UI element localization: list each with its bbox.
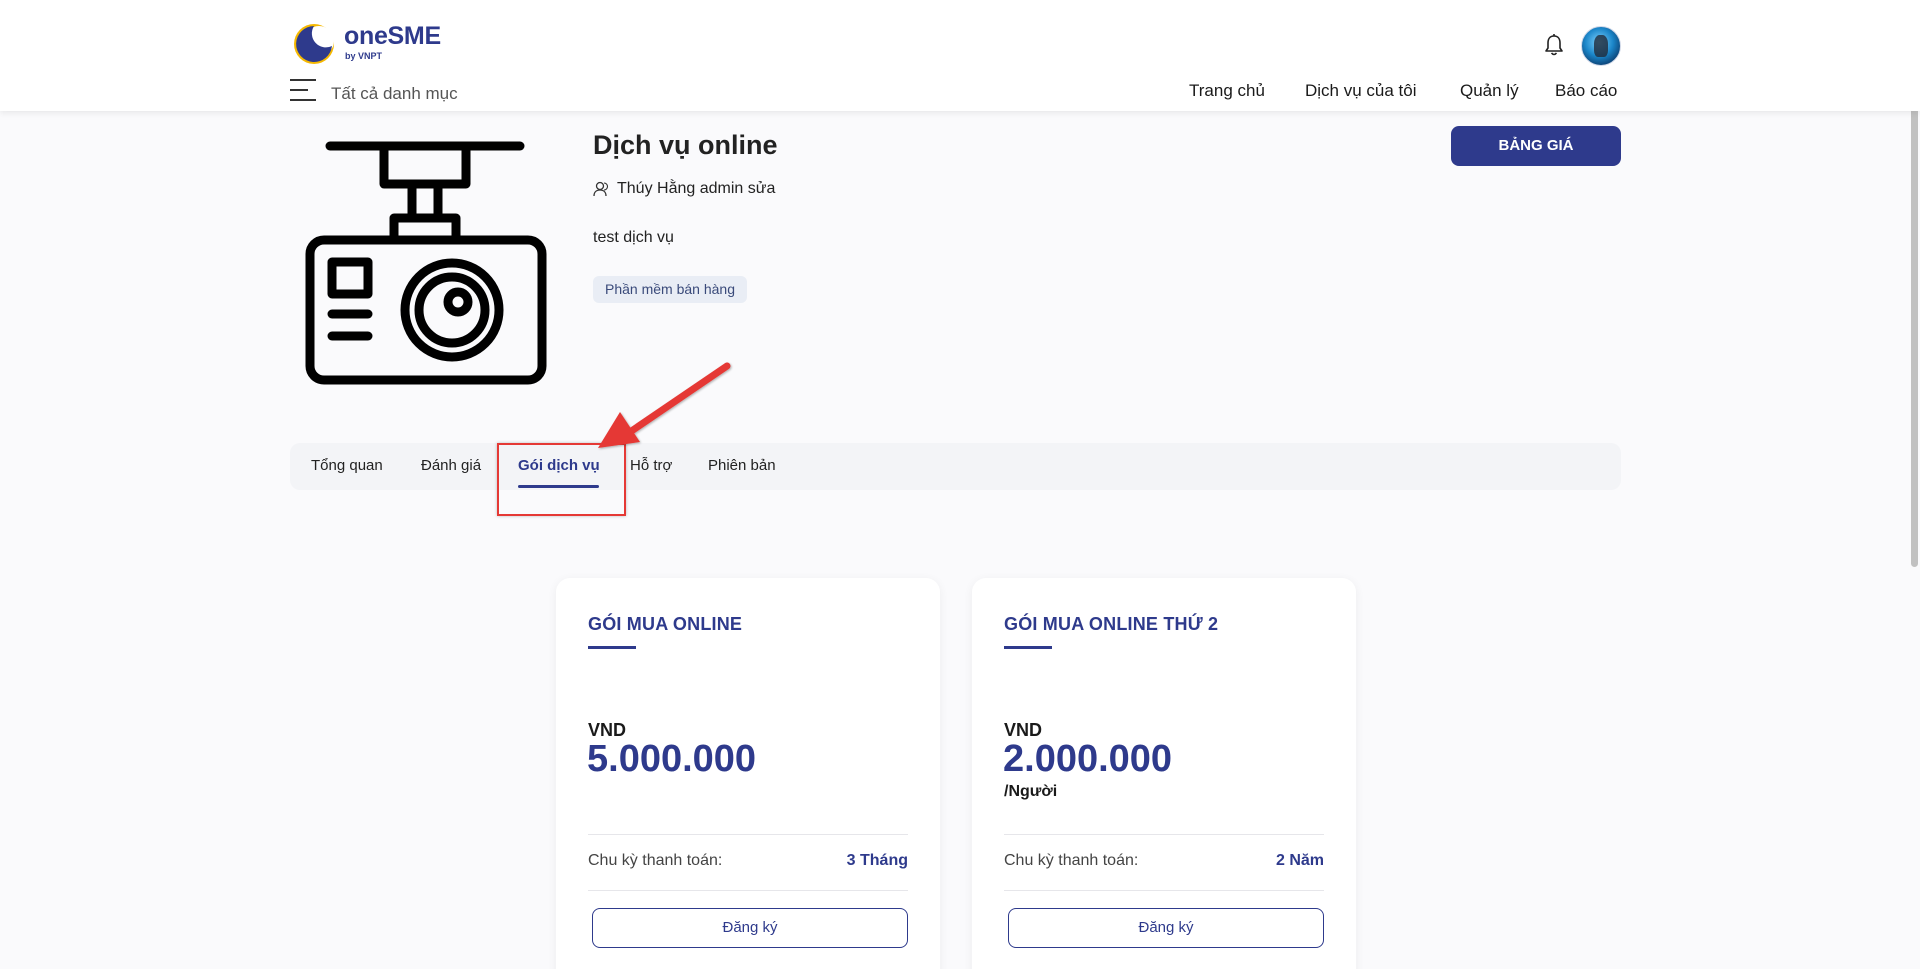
tab-versions[interactable]: Phiên bản bbox=[708, 457, 776, 474]
plan-price-unit: /Người bbox=[1004, 783, 1058, 800]
user-avatar[interactable] bbox=[1581, 26, 1621, 66]
category-tag[interactable]: Phần mềm bán hàng bbox=[593, 276, 747, 303]
tab-support[interactable]: Hỗ trợ bbox=[630, 457, 672, 474]
logo-subtext: by VNPT bbox=[345, 51, 383, 61]
register-button[interactable]: Đăng ký bbox=[1008, 908, 1324, 948]
plan-price: 5.000.000 bbox=[587, 738, 757, 780]
billing-cycle-label: Chu kỳ thanh toán: bbox=[1004, 852, 1139, 869]
plan-title-underline bbox=[1004, 646, 1052, 649]
logo-text: oneSME bbox=[344, 22, 441, 50]
page-scrollbar[interactable] bbox=[1911, 52, 1918, 567]
billing-cycle-value: 2 Năm bbox=[1275, 852, 1324, 869]
divider bbox=[1004, 834, 1324, 835]
logo-mark-icon bbox=[294, 24, 334, 64]
plan-price: 2.000.000 bbox=[1003, 738, 1173, 780]
plan-card: GÓI MUA ONLINE THỨ 2 VND 2.000.000 /Ngườ… bbox=[972, 578, 1356, 969]
product-author: Thúy Hằng admin sửa bbox=[593, 180, 775, 198]
top-header: oneSME by VNPT Tất cả danh mục Trang chủ… bbox=[0, 0, 1920, 111]
plan-title-underline bbox=[588, 646, 636, 649]
divider bbox=[588, 890, 908, 891]
pricing-button[interactable]: BẢNG GIÁ bbox=[1451, 126, 1621, 166]
detail-tabs: Tổng quan Đánh giá Gói dịch vụ Hỗ trợ Ph… bbox=[290, 443, 1621, 490]
plan-card: GÓI MUA ONLINE VND 5.000.000 Chu kỳ than… bbox=[556, 578, 940, 969]
nav-management[interactable]: Quản lý bbox=[1460, 81, 1519, 101]
tab-overview[interactable]: Tổng quan bbox=[311, 457, 383, 474]
divider bbox=[1004, 890, 1324, 891]
bell-icon[interactable] bbox=[1543, 33, 1565, 57]
register-button[interactable]: Đăng ký bbox=[592, 908, 908, 948]
all-categories-link[interactable]: Tất cả danh mục bbox=[331, 84, 458, 104]
product-description: test dịch vụ bbox=[593, 229, 674, 246]
author-name: Thúy Hằng admin sửa bbox=[617, 180, 776, 197]
annotation-arrow-icon bbox=[598, 362, 731, 448]
nav-reports[interactable]: Báo cáo bbox=[1555, 81, 1617, 101]
dashcam-icon bbox=[305, 141, 547, 385]
user-icon bbox=[593, 181, 609, 197]
nav-my-services[interactable]: Dịch vụ của tôi bbox=[1305, 81, 1417, 101]
nav-home[interactable]: Trang chủ bbox=[1189, 81, 1265, 101]
divider bbox=[588, 834, 908, 835]
annotation-highlight-box bbox=[497, 443, 626, 516]
plan-title: GÓI MUA ONLINE bbox=[588, 614, 743, 634]
plan-title: GÓI MUA ONLINE THỨ 2 bbox=[1004, 614, 1219, 634]
billing-cycle-label: Chu kỳ thanh toán: bbox=[588, 852, 723, 869]
menu-icon[interactable] bbox=[290, 79, 316, 103]
onesme-logo[interactable]: oneSME by VNPT bbox=[292, 20, 452, 66]
billing-cycle-value: 3 Tháng bbox=[846, 852, 908, 869]
product-title: Dịch vụ online bbox=[593, 130, 778, 160]
tab-reviews[interactable]: Đánh giá bbox=[421, 457, 481, 474]
